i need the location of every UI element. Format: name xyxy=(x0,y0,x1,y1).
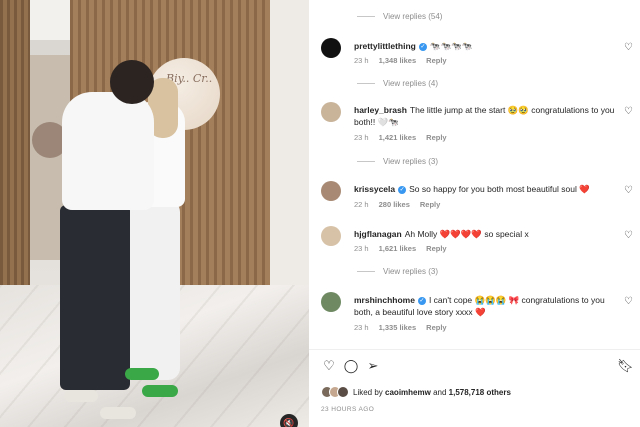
comment-time: 22 h xyxy=(354,200,369,209)
speaker-mute-icon[interactable]: 🔇 xyxy=(280,414,298,427)
reply-line xyxy=(357,271,375,272)
avatar[interactable] xyxy=(321,292,341,312)
comment-likes[interactable]: 1,335 likes xyxy=(379,323,417,332)
action-bar: ♡ ◯ ➢ 🔖︎ xyxy=(321,358,633,374)
post-video[interactable]: Biy.. Cr.. 🔇 xyxy=(0,0,309,427)
avatar[interactable] xyxy=(321,102,341,122)
comment-icon[interactable]: ◯ xyxy=(343,358,359,374)
comment-time: 23 h xyxy=(354,244,369,253)
heart-outline-icon[interactable]: ♡ xyxy=(624,230,633,241)
liked-by-label: Liked by xyxy=(353,387,383,397)
comment-text: 🐄🐄🐄🐄 xyxy=(429,41,473,51)
heart-outline-icon[interactable]: ♡ xyxy=(321,358,337,374)
comment-likes[interactable]: 1,348 likes xyxy=(379,56,417,65)
likes-summary: Liked by caoimhemw and 1,578,718 others xyxy=(321,386,511,398)
verified-badge-icon: ✓ xyxy=(398,185,407,194)
wood-wall-left xyxy=(0,0,30,320)
heart-outline-icon[interactable]: ♡ xyxy=(624,296,633,307)
share-icon[interactable]: ➢ xyxy=(365,358,381,374)
reply-button[interactable]: Reply xyxy=(426,323,446,332)
view-replies-link[interactable]: View replies (4) xyxy=(357,79,438,88)
comment-username[interactable]: krissycela xyxy=(354,184,395,194)
comment-body: krissycela ✓ So so happy for you both most… xyxy=(354,183,616,195)
and-label: and xyxy=(433,387,447,397)
comment-meta: 23 h 1,421 likes Reply xyxy=(354,133,447,142)
likes-text: Liked by caoimhemw and 1,578,718 others xyxy=(353,388,511,397)
bookmark-icon[interactable]: 🔖︎ xyxy=(617,358,634,374)
man-shirt xyxy=(62,92,154,210)
reply-line xyxy=(357,83,375,84)
comment-username[interactable]: hjgflanagan xyxy=(354,229,402,239)
comment-text: So so happy for you both most beautiful … xyxy=(409,184,590,194)
comment-time: 23 h xyxy=(354,323,369,332)
green-slipper xyxy=(142,385,178,397)
view-replies-link[interactable]: View replies (3) xyxy=(357,157,438,166)
reply-line xyxy=(357,161,375,162)
heart-outline-icon[interactable]: ♡ xyxy=(624,42,633,53)
comment-text: Ah Molly ❤️❤️❤️❤️ so special x xyxy=(404,229,529,239)
reply-button[interactable]: Reply xyxy=(426,56,446,65)
comment-time: 23 h xyxy=(354,133,369,142)
woman-figure xyxy=(128,200,180,380)
view-replies-label[interactable]: View replies (3) xyxy=(383,157,438,166)
comment-username[interactable]: prettylittlething xyxy=(354,41,416,51)
reply-line xyxy=(357,16,375,17)
view-replies-link[interactable]: View replies (54) xyxy=(357,12,442,21)
comment-meta: 23 h 1,621 likes Reply xyxy=(354,244,447,253)
avatar[interactable] xyxy=(321,226,341,246)
heart-outline-icon[interactable]: ♡ xyxy=(624,106,633,117)
avatar[interactable] xyxy=(321,181,341,201)
white-wall xyxy=(270,0,309,300)
reply-button[interactable]: Reply xyxy=(420,200,440,209)
man-head xyxy=(110,60,154,104)
liker-username[interactable]: caoimhemw xyxy=(385,388,431,397)
heart-outline-icon[interactable]: ♡ xyxy=(624,185,633,196)
comment-likes[interactable]: 1,421 likes xyxy=(379,133,417,142)
man-figure xyxy=(60,205,130,390)
view-replies-link[interactable]: View replies (3) xyxy=(357,267,438,276)
verified-badge-icon: ✓ xyxy=(417,296,426,305)
divider xyxy=(309,349,640,350)
white-slide xyxy=(64,390,98,402)
comment-body: harley_brash The little jump at the start… xyxy=(354,104,616,128)
green-slipper xyxy=(125,368,159,380)
reply-button[interactable]: Reply xyxy=(426,133,446,142)
comment-meta: 22 h 280 likes Reply xyxy=(354,200,440,209)
verified-badge-icon: ✓ xyxy=(418,42,427,51)
comment-time: 23 h xyxy=(354,56,369,65)
comment-body: prettylittlething ✓ 🐄🐄🐄🐄 xyxy=(354,40,616,52)
avatar[interactable] xyxy=(321,38,341,58)
view-replies-label[interactable]: View replies (3) xyxy=(383,267,438,276)
comment-username[interactable]: mrshinchhome xyxy=(354,295,415,305)
comment-likes[interactable]: 280 likes xyxy=(379,200,410,209)
liker-avatar[interactable] xyxy=(337,386,349,398)
comment-likes[interactable]: 1,621 likes xyxy=(379,244,417,253)
reply-button[interactable]: Reply xyxy=(426,244,446,253)
comment-meta: 23 h 1,348 likes Reply xyxy=(354,56,447,65)
view-replies-label[interactable]: View replies (4) xyxy=(383,79,438,88)
view-replies-label[interactable]: View replies (54) xyxy=(383,12,442,21)
comment-meta: 23 h 1,335 likes Reply xyxy=(354,323,447,332)
comments-panel: View replies (54) prettylittlething ✓ 🐄🐄🐄🐄… xyxy=(309,0,640,427)
comment-username[interactable]: harley_brash xyxy=(354,105,407,115)
comment-body: mrshinchhome ✓ I can't cope 😭😭😭 🎀 congratu… xyxy=(354,294,616,318)
post-timestamp: 23 HOURS AGO xyxy=(321,406,375,413)
comment-body: hjgflanagan Ah Molly ❤️❤️❤️❤️ so special … xyxy=(354,228,616,240)
white-slide xyxy=(100,407,136,419)
likes-count[interactable]: 1,578,718 others xyxy=(449,388,511,397)
